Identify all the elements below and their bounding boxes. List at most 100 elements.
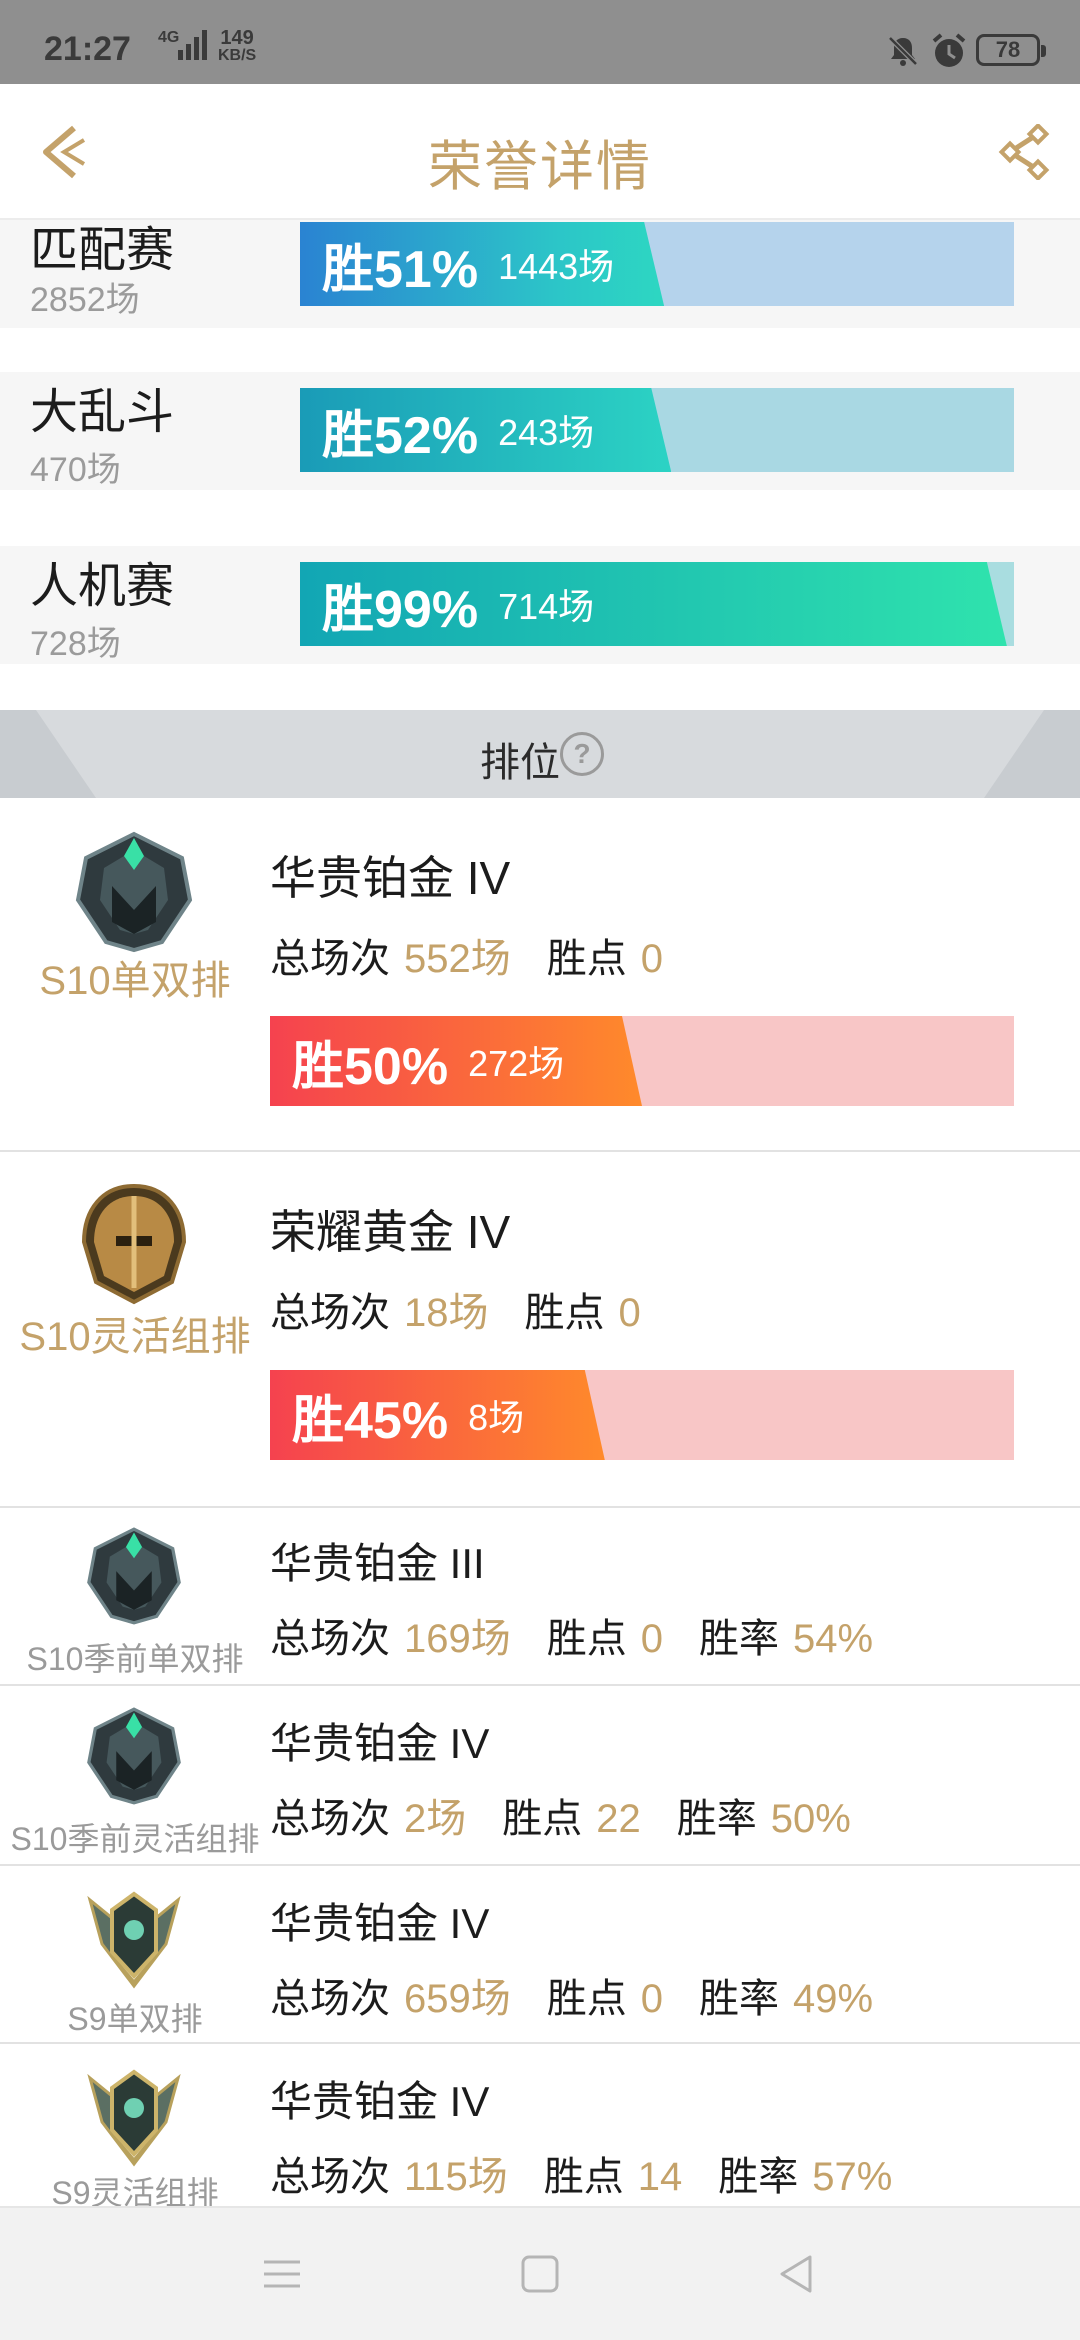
points-label: 胜点: [524, 1291, 605, 1335]
total-value: 2场: [404, 1797, 467, 1841]
mode-row-match[interactable]: 匹配赛 2852场 胜51% 1443场: [0, 210, 1080, 328]
win-bar-text: 胜99% 714场: [322, 562, 594, 646]
rank-name: 华贵铂金 IV: [270, 1720, 490, 1767]
platinum-s9-emblem-icon: [87, 2069, 181, 2167]
points-label: 胜点: [546, 1977, 627, 2021]
points-label: 胜点: [546, 1617, 627, 1661]
total-value: 18场: [404, 1291, 489, 1335]
points-label: 胜点: [502, 1797, 583, 1841]
win-rate-bar: 胜52% 243场: [300, 388, 1014, 472]
mode-name: 大乱斗: [30, 386, 175, 439]
rate-label: 胜率: [699, 1617, 779, 1661]
total-value: 115场: [404, 2155, 508, 2199]
points-label: 胜点: [543, 2155, 624, 2199]
win-rate-bar: 胜45% 8场: [270, 1370, 1014, 1460]
app-header: 荣誉详情: [0, 84, 1080, 220]
menu-icon[interactable]: [262, 2254, 302, 2294]
points-value: 22: [596, 1797, 641, 1841]
win-bar-text: 胜50% 272场: [292, 1016, 564, 1106]
rate-value: 49%: [793, 1977, 874, 2021]
status-bar: 21:27 4G 149 KB/S 78: [0, 0, 1080, 84]
ranked-section-header: 排位 ?: [0, 710, 1080, 798]
network-indicator: 4G: [158, 30, 207, 60]
win-percent: 胜50%: [292, 1037, 449, 1096]
season-history-row[interactable]: S10季前单双排 华贵铂金 III 总场次 169场 胜点 0 胜率 54%: [0, 1508, 1080, 1686]
total-value: 659场: [404, 1977, 511, 2021]
win-games: 272场: [468, 1043, 565, 1084]
page-title: 荣誉详情: [428, 137, 652, 197]
season-card[interactable]: S10单双排 华贵铂金 IV 总场次 552场 胜点 0 胜50% 272场: [0, 798, 1080, 1152]
rank-stats: 总场次 2场 胜点 22 胜率 50%: [270, 1786, 851, 1844]
rank-name: 华贵铂金 IV: [270, 1900, 490, 1947]
season-history-row[interactable]: S9单双排 华贵铂金 IV 总场次 659场 胜点 0 胜率 49%: [0, 1866, 1080, 2044]
rate-value: 54%: [793, 1617, 874, 1661]
season-label: S10单双排: [39, 959, 231, 1003]
rank-name: 华贵铂金 IV: [270, 2078, 490, 2125]
platinum-rank-emblem-icon: [87, 1707, 181, 1805]
mode-count: 728场: [30, 625, 121, 663]
rank-name: 华贵铂金 IV: [270, 852, 511, 904]
win-games: 243场: [498, 412, 595, 453]
win-rate-bar: 胜50% 272场: [270, 1016, 1014, 1106]
total-label: 总场次: [270, 937, 390, 981]
mode-count: 2852场: [30, 281, 140, 319]
status-time: 21:27: [44, 30, 131, 68]
net-speed: 149 KB/S: [218, 27, 257, 64]
mode-count: 470场: [30, 451, 121, 489]
season-label: S10季前灵活组排: [10, 1821, 260, 1857]
help-icon[interactable]: ?: [560, 732, 604, 776]
platinum-rank-emblem-icon: [87, 1527, 181, 1625]
total-label: 总场次: [270, 2155, 390, 2199]
season-card[interactable]: S10灵活组排 荣耀黄金 IV 总场次 18场 胜点 0 胜45% 8场: [0, 1152, 1080, 1508]
win-percent: 胜51%: [322, 240, 479, 299]
share-icon[interactable]: [996, 124, 1052, 180]
total-label: 总场次: [270, 1291, 390, 1335]
rank-stats: 总场次 169场 胜点 0 胜率 54%: [270, 1606, 873, 1664]
mode-name: 匹配赛: [30, 224, 175, 277]
season-label: S10季前单双排: [26, 1641, 244, 1677]
net-speed-unit: KB/S: [218, 47, 257, 64]
ranked-title: 排位: [480, 741, 560, 785]
points-value: 0: [640, 1617, 663, 1661]
rate-label: 胜率: [699, 1977, 779, 2021]
season-label: S9单双排: [67, 2001, 203, 2037]
points-value: 14: [637, 2155, 683, 2199]
season-label: S10灵活组排: [19, 1315, 251, 1359]
gold-rank-emblem-icon: [81, 1183, 187, 1305]
points-value: 0: [640, 937, 663, 981]
win-bar-text: 胜52% 243场: [322, 388, 594, 472]
mode-row-bots[interactable]: 人机赛 728场 胜99% 714场: [0, 546, 1080, 664]
win-percent: 胜52%: [322, 406, 479, 465]
alarm-icon: [932, 33, 966, 67]
platinum-rank-emblem-icon: [75, 831, 193, 953]
total-label: 总场次: [270, 1797, 390, 1841]
points-value: 0: [640, 1977, 663, 2021]
rank-stats: 总场次 115场 胜点 14 胜率 57%: [270, 2144, 892, 2202]
platinum-s9-emblem-icon: [87, 1891, 181, 1989]
win-percent: 胜99%: [322, 580, 479, 639]
battery-indicator: 78: [976, 34, 1046, 66]
points-value: 0: [618, 1291, 641, 1335]
win-rate-bar: 胜51% 1443场: [300, 222, 1014, 306]
rank-stats: 总场次 552场 胜点 0: [270, 926, 663, 984]
season-history-row[interactable]: S9灵活组排 华贵铂金 IV 总场次 115场 胜点 14 胜率 57%: [0, 2044, 1080, 2211]
win-games: 1443场: [498, 246, 615, 287]
rank-name: 华贵铂金 III: [270, 1540, 485, 1587]
total-value: 552场: [404, 937, 511, 981]
home-square-icon[interactable]: [520, 2254, 560, 2294]
system-nav-bar: [0, 2206, 1080, 2340]
points-label: 胜点: [546, 937, 627, 981]
win-rate-bar: 胜99% 714场: [300, 562, 1014, 646]
rank-stats: 总场次 659场 胜点 0 胜率 49%: [270, 1966, 873, 2024]
mode-row-aram[interactable]: 大乱斗 470场 胜52% 243场: [0, 372, 1080, 490]
back-triangle-icon[interactable]: [776, 2254, 816, 2294]
rate-value: 50%: [770, 1797, 851, 1841]
season-history-row[interactable]: S10季前灵活组排 华贵铂金 IV 总场次 2场 胜点 22 胜率 50%: [0, 1686, 1080, 1866]
rate-label: 胜率: [676, 1797, 757, 1841]
win-bar-text: 胜51% 1443场: [322, 222, 614, 306]
mode-name: 人机赛: [30, 560, 175, 613]
net-speed-value: 149: [220, 27, 254, 49]
total-label: 总场次: [270, 1617, 390, 1661]
rank-stats: 总场次 18场 胜点 0: [270, 1280, 641, 1338]
signal-icon: [178, 30, 207, 60]
